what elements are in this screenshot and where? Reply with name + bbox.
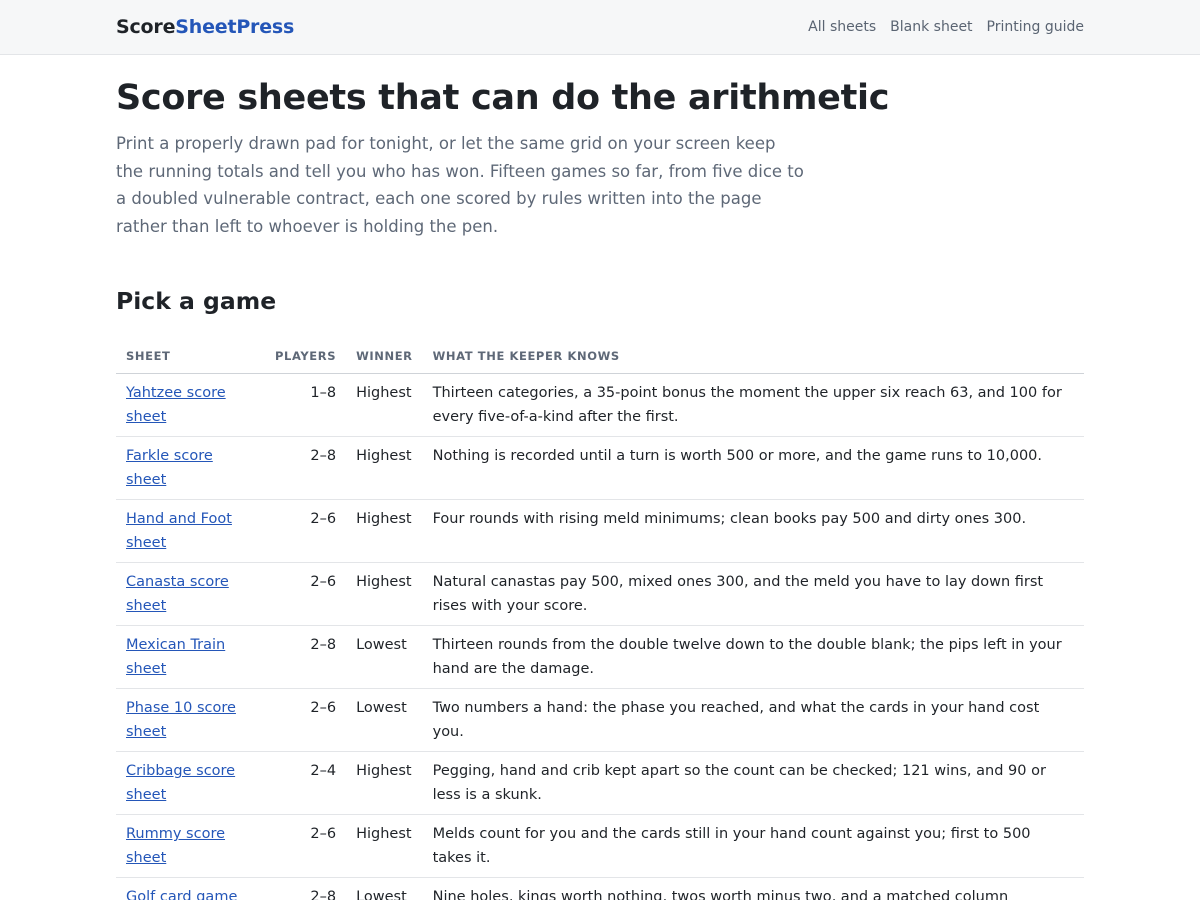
cell-sheet: Canasta score sheet [116, 562, 265, 626]
table-row: Yahtzee score sheet 1–8 Highest Thirteen… [116, 373, 1084, 437]
cell-winner: Lowest [346, 877, 423, 900]
cell-winner: Highest [346, 499, 423, 563]
sheet-link[interactable]: Golf card game sheet [126, 889, 237, 900]
table-row: Canasta score sheet 2–6 Highest Natural … [116, 562, 1084, 626]
column-header-sheet: Sheet [116, 349, 265, 374]
table-row: Golf card game sheet 2–8 Lowest Nine hol… [116, 877, 1084, 900]
cell-notes: Nothing is recorded until a turn is wort… [422, 436, 1084, 500]
main-nav: All sheets Blank sheet Printing guide [808, 19, 1084, 35]
cell-winner: Lowest [346, 625, 423, 689]
sheet-link[interactable]: Yahtzee score sheet [126, 385, 226, 425]
cell-players: 2–6 [265, 562, 347, 626]
cell-winner: Highest [346, 751, 423, 815]
cell-notes: Thirteen rounds from the double twelve d… [422, 625, 1084, 689]
nav-link-blank-sheet[interactable]: Blank sheet [890, 19, 972, 35]
header-row: Sheet Players Winner What the keeper kno… [116, 349, 1084, 374]
table-row: Rummy score sheet 2–6 Highest Melds coun… [116, 814, 1084, 878]
cell-notes: Melds count for you and the cards still … [422, 814, 1084, 878]
cell-winner: Highest [346, 562, 423, 626]
cell-notes: Natural canastas pay 500, mixed ones 300… [422, 562, 1084, 626]
cell-notes: Nine holes, kings worth nothing, twos wo… [422, 877, 1084, 900]
cell-players: 2–6 [265, 688, 347, 752]
cell-players: 2–6 [265, 814, 347, 878]
page-title: Score sheets that can do the arithmetic [116, 78, 890, 118]
cell-winner: Highest [346, 373, 423, 437]
top-bar-inner: ScoreSheetPress All sheets Blank sheet P… [116, 0, 1084, 54]
brand-logo[interactable]: ScoreSheetPress [116, 16, 294, 38]
cell-notes: Two numbers a hand: the phase you reache… [422, 688, 1084, 752]
cell-sheet: Cribbage score sheet [116, 751, 265, 815]
column-header-winner: Winner [346, 349, 423, 374]
column-header-notes: What the keeper knows [422, 349, 1084, 374]
column-header-players: Players [265, 349, 347, 374]
sheet-link[interactable]: Farkle score sheet [126, 448, 213, 488]
cell-notes: Thirteen categories, a 35-point bonus th… [422, 373, 1084, 437]
brand-part-score: Score [116, 16, 176, 38]
cell-notes: Four rounds with rising meld minimums; c… [422, 499, 1084, 563]
cell-players: 2–8 [265, 436, 347, 500]
brand-part-sheetpress: SheetPress [175, 16, 295, 38]
nav-link-printing-guide[interactable]: Printing guide [987, 19, 1084, 35]
sheet-link[interactable]: Canasta score sheet [126, 574, 229, 614]
games-table-header: Sheet Players Winner What the keeper kno… [116, 349, 1084, 374]
cell-players: 2–8 [265, 877, 347, 900]
top-bar: ScoreSheetPress All sheets Blank sheet P… [0, 0, 1200, 55]
cell-sheet: Phase 10 score sheet [116, 688, 265, 752]
cell-sheet: Yahtzee score sheet [116, 373, 265, 437]
table-row: Phase 10 score sheet 2–6 Lowest Two numb… [116, 688, 1084, 752]
intro-paragraph: Print a properly drawn pad for tonight, … [116, 134, 804, 236]
sheet-link[interactable]: Hand and Foot sheet [126, 511, 232, 551]
main-content: Score sheets that can do the arithmetic … [116, 78, 1084, 900]
cell-winner: Highest [346, 436, 423, 500]
table-row: Cribbage score sheet 2–4 Highest Pegging… [116, 751, 1084, 815]
cell-sheet: Golf card game sheet [116, 877, 265, 900]
cell-sheet: Farkle score sheet [116, 436, 265, 500]
sheet-link[interactable]: Phase 10 score sheet [126, 700, 236, 740]
cell-notes: Pegging, hand and crib kept apart so the… [422, 751, 1084, 815]
cell-sheet: Hand and Foot sheet [116, 499, 265, 563]
table-row: Hand and Foot sheet 2–6 Highest Four rou… [116, 499, 1084, 563]
cell-winner: Highest [346, 814, 423, 878]
cell-players: 2–8 [265, 625, 347, 689]
sheet-link[interactable]: Mexican Train sheet [126, 637, 225, 677]
nav-link-all-sheets[interactable]: All sheets [808, 19, 876, 35]
cell-players: 1–8 [265, 373, 347, 437]
games-table-body: Yahtzee score sheet 1–8 Highest Thirteen… [116, 373, 1084, 900]
cell-sheet: Rummy score sheet [116, 814, 265, 878]
cell-players: 2–6 [265, 499, 347, 563]
cell-winner: Lowest [346, 688, 423, 752]
cell-players: 2–4 [265, 751, 347, 815]
sheet-link[interactable]: Rummy score sheet [126, 826, 225, 866]
table-row: Farkle score sheet 2–8 Highest Nothing i… [116, 436, 1084, 500]
sheet-link[interactable]: Cribbage score sheet [126, 763, 235, 803]
cell-sheet: Mexican Train sheet [116, 625, 265, 689]
games-table: Sheet Players Winner What the keeper kno… [116, 349, 1084, 900]
table-row: Mexican Train sheet 2–8 Lowest Thirteen … [116, 625, 1084, 689]
section-title: Pick a game [116, 287, 277, 315]
